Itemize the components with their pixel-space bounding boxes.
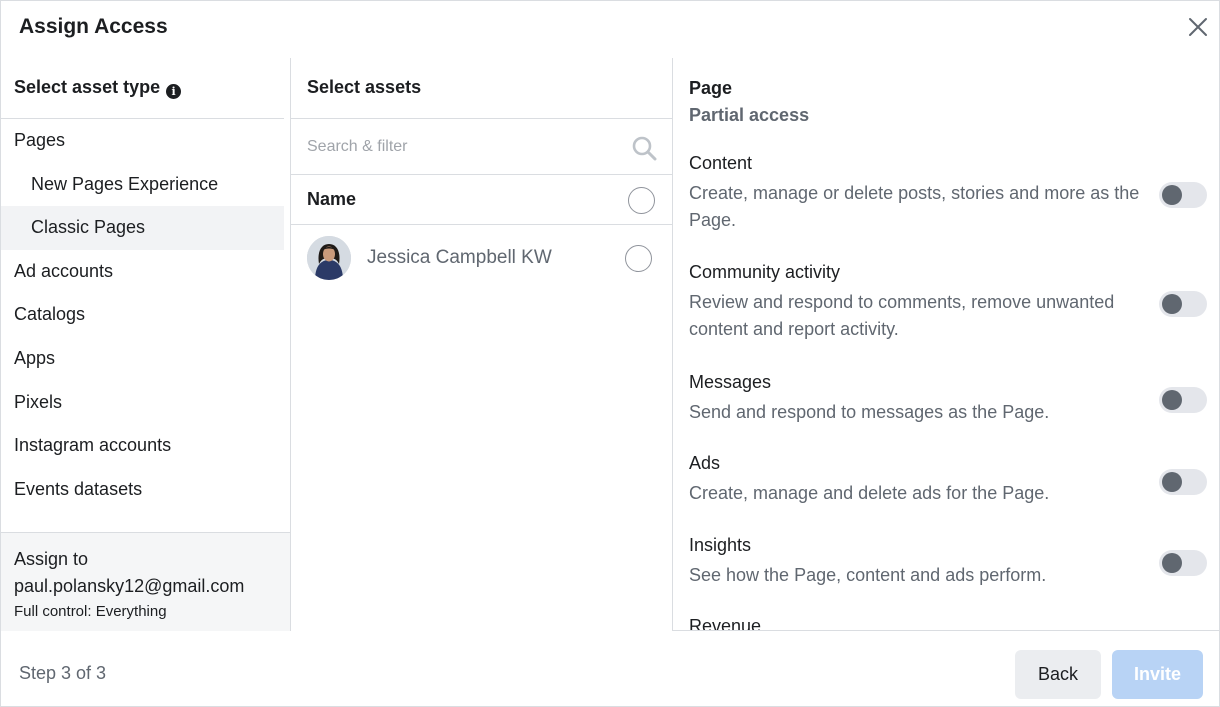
permission-name: Content <box>689 153 753 173</box>
select-assets-column: Select assets Name Jessic <box>291 58 673 631</box>
dialog-footer: Step 3 of 3 Back Invite <box>1 631 1220 707</box>
asset-type-apps[interactable]: Apps <box>1 337 284 381</box>
assign-summary: Assign to paul.polansky12@gmail.com Full… <box>1 532 290 631</box>
asset-type-catalogs[interactable]: Catalogs <box>1 293 284 337</box>
permission-name: Ads <box>689 453 721 473</box>
asset-type-classic-pages[interactable]: Classic Pages <box>1 206 284 250</box>
permission-content: Content Create, manage or delete posts, … <box>689 153 1209 234</box>
asset-type-new-pages-experience[interactable]: New Pages Experience <box>1 163 284 207</box>
name-column-header: Name <box>307 189 357 209</box>
step-indicator: Step 3 of 3 <box>19 663 107 683</box>
asset-type-list: Pages New Pages Experience Classic Pages… <box>1 119 284 511</box>
permission-description: Send and respond to messages as the Page… <box>689 402 1050 422</box>
permission-name: Insights <box>689 535 752 555</box>
asset-select-radio[interactable] <box>625 245 652 272</box>
asset-type-pixels[interactable]: Pixels <box>1 381 284 425</box>
asset-list-header: Name <box>291 175 672 225</box>
ads-toggle[interactable] <box>1159 469 1207 495</box>
permission-revenue: Revenue <box>689 616 1209 631</box>
avatar <box>307 236 351 280</box>
permission-community-activity: Community activity Review and respond to… <box>689 262 1209 343</box>
assignee-email: paul.polansky12@gmail.com <box>14 576 245 596</box>
permissions-title: Page <box>689 78 733 98</box>
assign-to-label: Assign to <box>14 549 89 569</box>
permission-description: Create, manage and delete ads for the Pa… <box>689 483 1050 503</box>
permission-name: Revenue <box>689 616 762 631</box>
search-bar <box>291 119 672 175</box>
asset-type-pages[interactable]: Pages <box>1 119 284 163</box>
permission-insights: Insights See how the Page, content and a… <box>689 535 1209 589</box>
asset-type-header: Select asset type i <box>1 58 284 119</box>
permissions-access-level: Partial access <box>689 105 810 125</box>
asset-name: Jessica Campbell KW <box>367 247 552 268</box>
dialog-header: Assign Access <box>1 1 1220 58</box>
permission-description: Review and respond to comments, remove u… <box>689 292 1115 339</box>
permission-description: Create, manage or delete posts, stories … <box>689 183 1140 230</box>
asset-type-column: Select asset type i Pages New Pages Exper… <box>1 58 291 631</box>
permission-name: Messages <box>689 372 772 392</box>
permission-description: See how the Page, content and ads perfor… <box>689 565 1047 585</box>
permission-ads: Ads Create, manage and delete ads for th… <box>689 453 1209 507</box>
asset-type-instagram-accounts[interactable]: Instagram accounts <box>1 424 284 468</box>
permission-name: Community activity <box>689 262 841 282</box>
select-all-radio[interactable] <box>628 187 655 214</box>
back-button[interactable]: Back <box>1015 650 1101 699</box>
info-icon[interactable]: i <box>166 84 182 99</box>
asset-type-ad-accounts[interactable]: Ad accounts <box>1 250 284 294</box>
invite-button[interactable]: Invite <box>1112 650 1203 699</box>
asset-row[interactable]: Jessica Campbell KW <box>291 225 672 293</box>
content-toggle[interactable] <box>1159 182 1207 208</box>
search-icon[interactable] <box>631 135 657 161</box>
messages-toggle[interactable] <box>1159 387 1207 413</box>
close-icon[interactable] <box>1185 14 1211 40</box>
permissions-column: Page Partial access Content Create, mana… <box>673 58 1219 631</box>
select-assets-header: Select assets <box>291 58 672 119</box>
search-input[interactable] <box>297 129 617 165</box>
asset-type-events-datasets[interactable]: Events datasets <box>1 468 284 512</box>
dialog-title: Assign Access <box>19 15 168 38</box>
assign-access-dialog: Assign Access Select asset type i Pages N… <box>0 0 1220 707</box>
community-activity-toggle[interactable] <box>1159 291 1207 317</box>
select-assets-heading: Select assets <box>307 77 422 97</box>
asset-type-heading: Select asset type <box>14 77 161 97</box>
assignee-control-level: Full control: Everything <box>14 603 167 620</box>
permission-messages: Messages Send and respond to messages as… <box>689 372 1209 426</box>
insights-toggle[interactable] <box>1159 550 1207 576</box>
